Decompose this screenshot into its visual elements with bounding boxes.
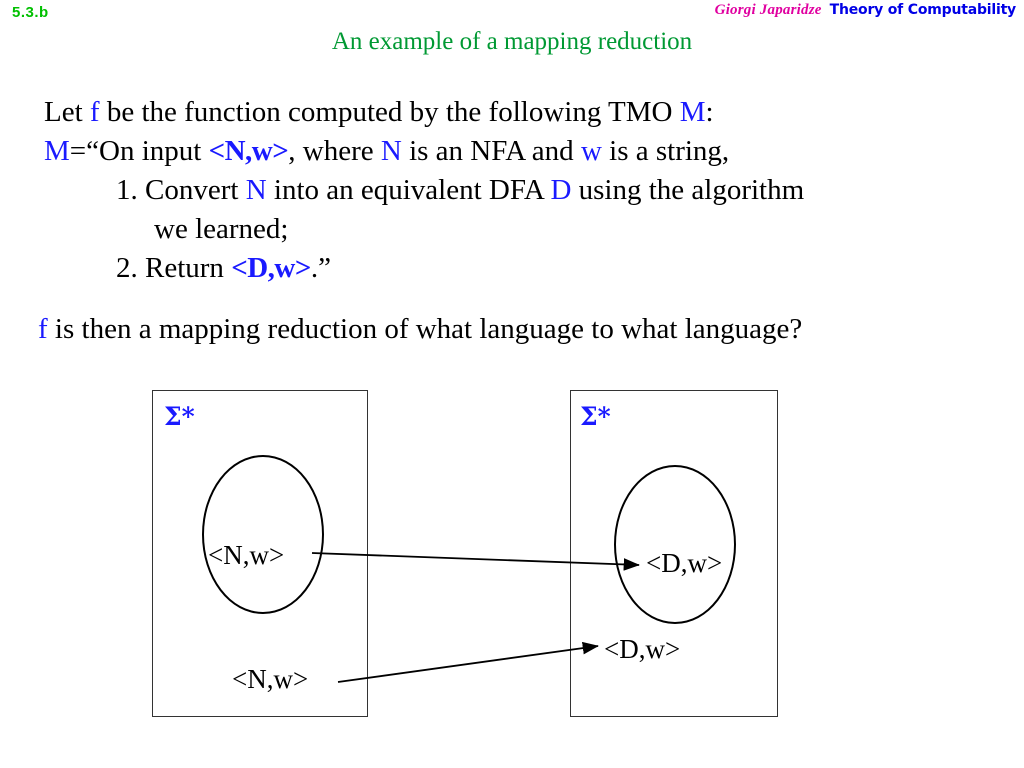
item1-number: 1. — [116, 174, 145, 206]
item2-part1: Return — [145, 252, 232, 284]
symbol-f: f — [89, 96, 100, 128]
slide-number: 5.3.b — [12, 4, 49, 21]
item1-part1: Convert — [145, 174, 246, 206]
line2-part1: =“On input — [69, 135, 209, 167]
symbol-w: w — [580, 135, 602, 167]
symbol-pair-nw: <N,w> — [208, 135, 289, 167]
right-outside-element-label: <D,w> — [604, 634, 681, 664]
course-title: Theory of Computability — [829, 2, 1017, 18]
line2-part3: is an NFA and — [401, 135, 581, 167]
symbol-M: M — [44, 135, 70, 167]
line2-part2: , where — [288, 135, 381, 167]
item1-part3: using the algorithm — [571, 174, 805, 206]
line1-part2: be the function computed by the followin… — [99, 96, 680, 128]
left-universe-label: Σ* — [164, 402, 195, 431]
symbol-N: N — [380, 135, 402, 167]
body-text: Let f be the function computed by the fo… — [44, 93, 994, 288]
line1-part3: : — [705, 96, 714, 128]
author-name: Giorgi Japaridze — [714, 2, 822, 18]
line2-part4: is a string, — [601, 135, 730, 167]
item2-part2: .” — [310, 252, 331, 284]
body-line-2: M=“On input <N,w>, where N is an NFA and… — [44, 132, 994, 171]
header-credit: Giorgi Japaridze Theory of Computability — [714, 2, 1017, 18]
right-universe-box — [570, 390, 778, 717]
body-item-1: 1. Convert N into an equivalent DFA D us… — [44, 171, 994, 210]
left-outside-element-label: <N,w> — [232, 664, 309, 694]
symbol-M: M — [679, 96, 706, 128]
question-text: is then a mapping reduction of what lang… — [47, 313, 803, 345]
mapping-arrow-upper — [311, 552, 640, 571]
right-language-ellipse — [614, 465, 736, 624]
item1-part2: into an equivalent DFA — [266, 174, 551, 206]
right-ellipse-element-label: <D,w> — [646, 548, 723, 578]
question-line: f is then a mapping reduction of what la… — [38, 313, 802, 346]
mapping-arrow-lower — [337, 641, 599, 683]
left-ellipse-element-label: <N,w> — [208, 540, 285, 570]
left-language-ellipse — [202, 455, 324, 614]
symbol-f: f — [38, 313, 48, 345]
page-title: An example of a mapping reduction — [331, 28, 693, 55]
symbol-D: D — [550, 174, 572, 206]
left-universe-box — [152, 390, 368, 717]
right-universe-label: Σ* — [580, 402, 611, 431]
body-item-1-continued: we learned; — [154, 213, 289, 245]
line1-part1: Let — [44, 96, 90, 128]
body-line-1: Let f be the function computed by the fo… — [44, 93, 994, 132]
body-item-2: 2. Return <D,w>.” — [44, 249, 994, 288]
symbol-pair-dw: <D,w> — [231, 252, 311, 284]
symbol-N: N — [245, 174, 267, 206]
item2-number: 2. — [116, 252, 145, 284]
